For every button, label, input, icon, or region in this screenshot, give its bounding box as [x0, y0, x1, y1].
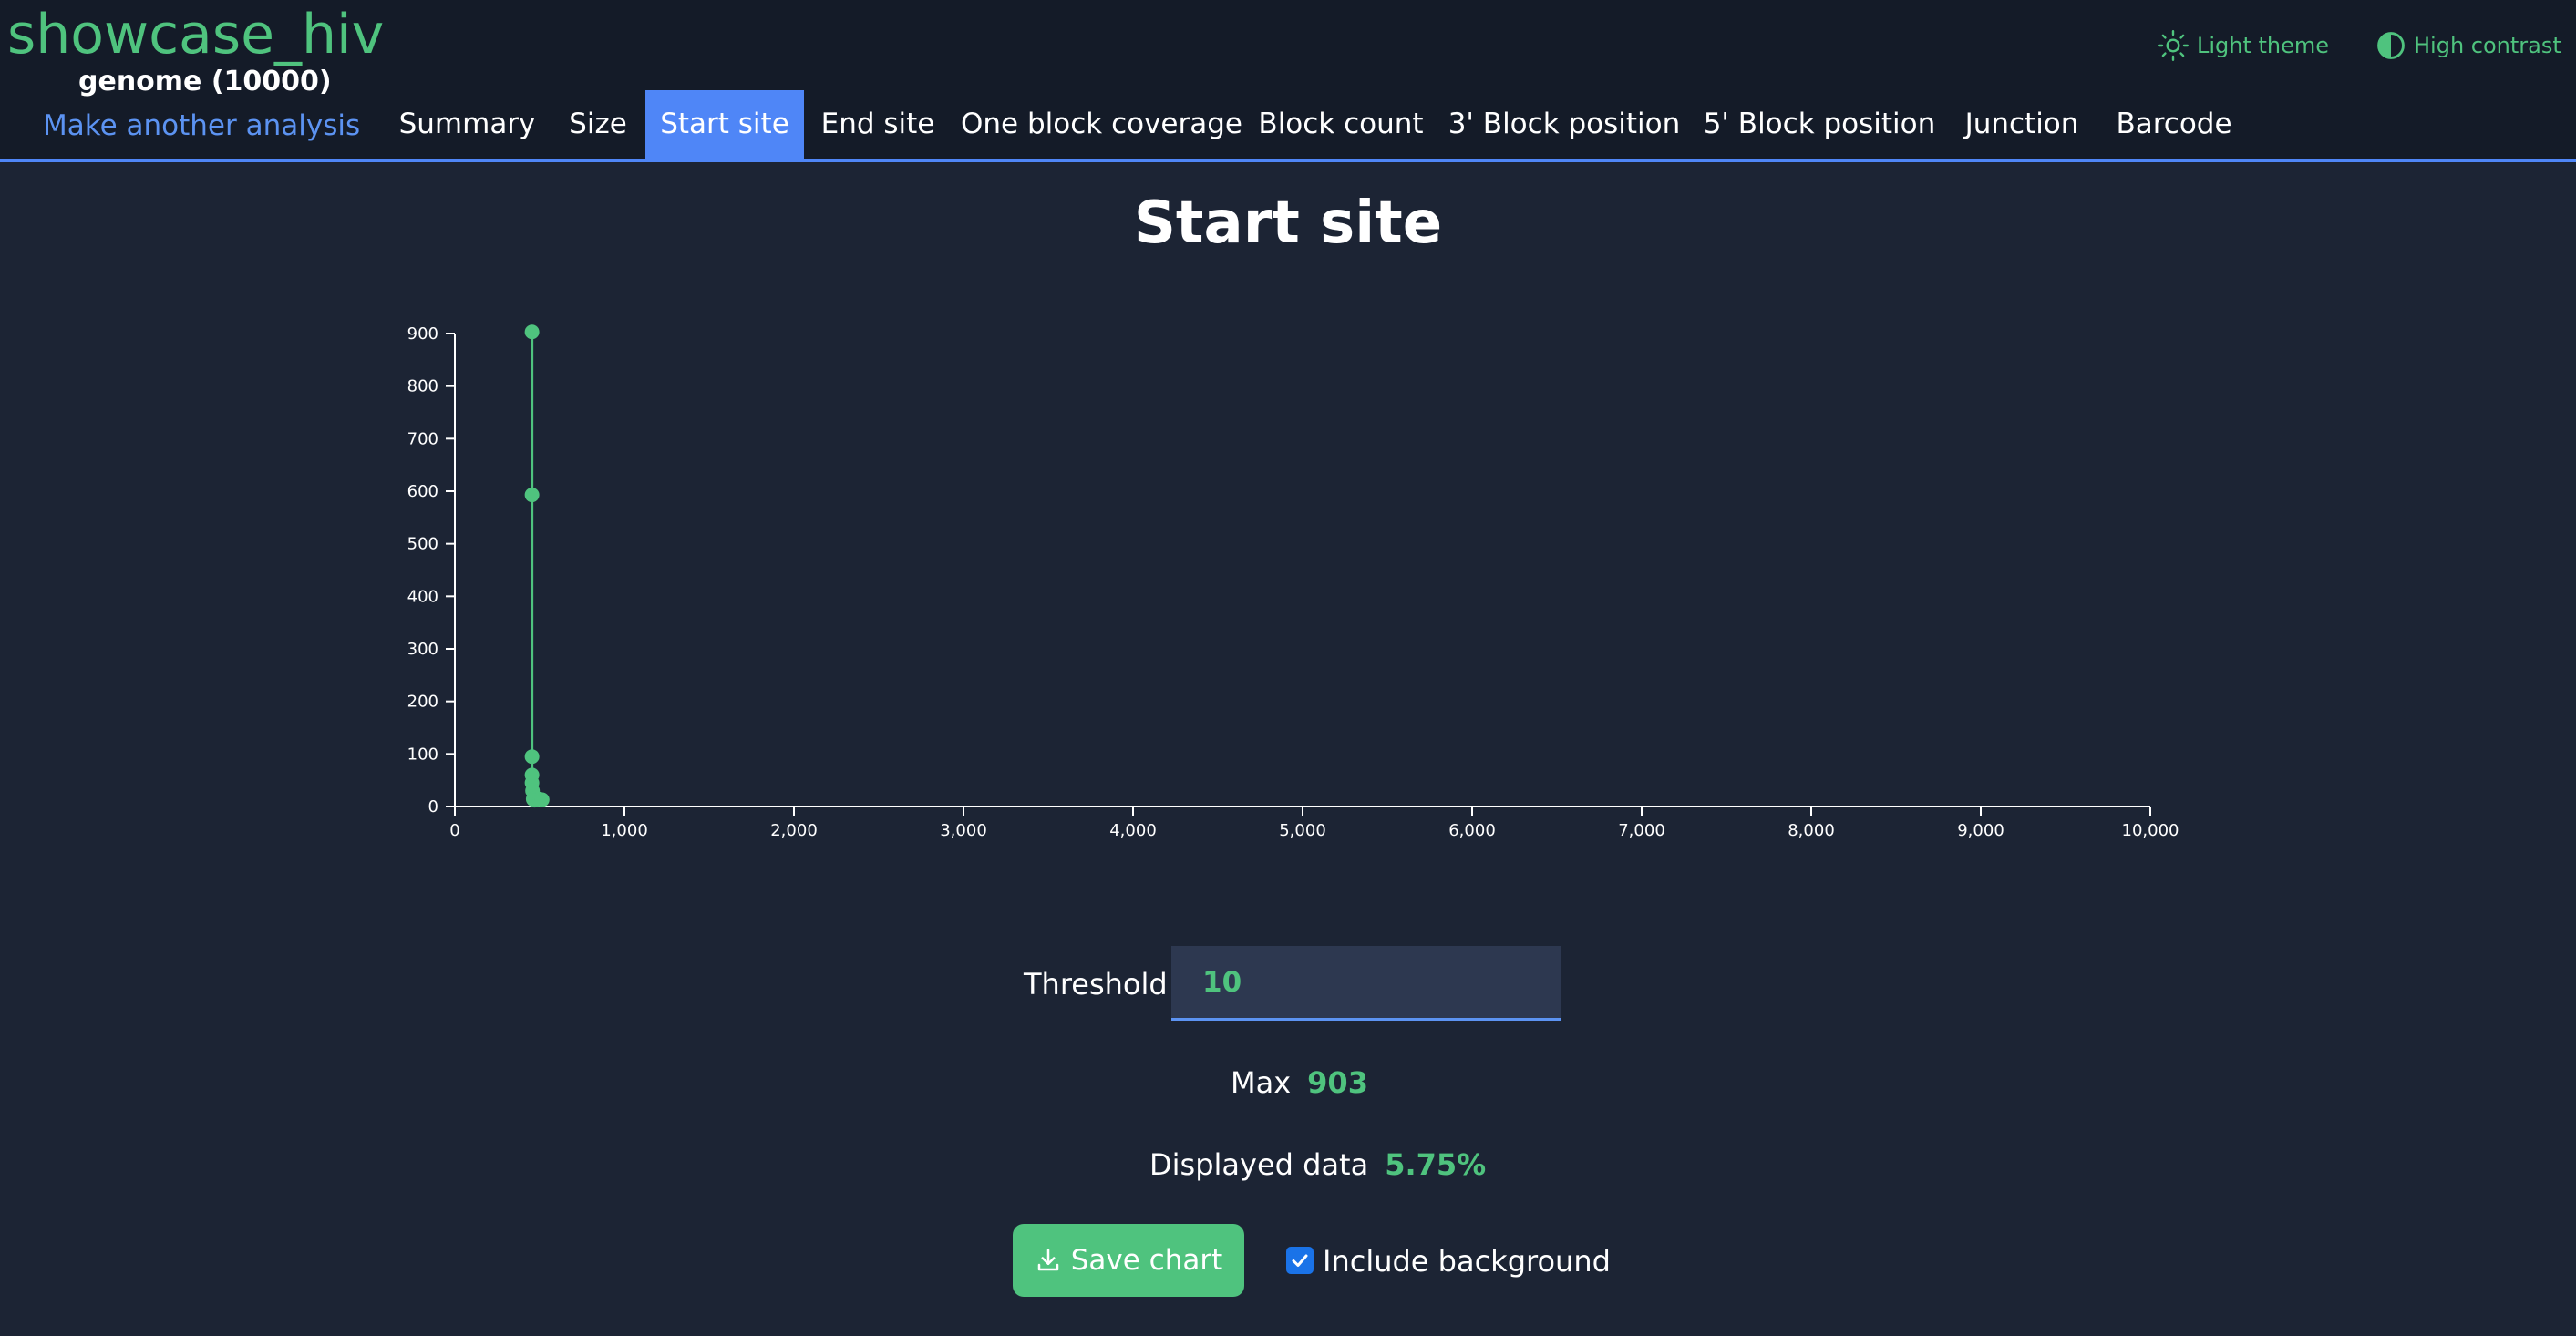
series-line — [531, 332, 544, 807]
include-background-label: Include background — [1323, 1244, 1611, 1279]
high-contrast-button[interactable]: High contrast — [2375, 27, 2561, 64]
light-theme-label: Light theme — [2197, 33, 2330, 58]
checkmark-icon — [1292, 1254, 1308, 1267]
y-tick-label: 800 — [407, 377, 438, 396]
tab-barcode[interactable]: Barcode — [2107, 90, 2241, 159]
page-title: Start site — [1133, 190, 1443, 257]
y-tick-label: 500 — [407, 535, 438, 554]
app-subtitle: genome (10000) — [78, 66, 332, 98]
tab-3-block-position[interactable]: 3' Block position — [1448, 90, 1681, 159]
displayed-data-label: Displayed data — [1149, 1147, 1369, 1182]
save-chart-button[interactable]: Save chart — [1013, 1224, 1244, 1297]
x-tick-label: 1,000 — [601, 821, 648, 840]
y-tick-label: 0 — [428, 797, 438, 817]
y-tick-label: 900 — [407, 324, 438, 344]
x-tick-label: 9,000 — [1957, 821, 2004, 840]
y-tick-label: 200 — [407, 693, 438, 712]
data-point — [527, 793, 542, 808]
tab-start-site[interactable]: Start site — [645, 90, 804, 159]
tab-5-block-position[interactable]: 5' Block position — [1703, 90, 1936, 159]
contrast-icon — [2377, 32, 2405, 59]
light-theme-button[interactable]: Light theme — [2157, 27, 2329, 64]
x-tick-label: 7,000 — [1618, 821, 1665, 840]
data-point — [524, 324, 540, 340]
displayed-data-stat: Displayed data 5.75% — [1149, 1145, 1486, 1185]
data-point — [524, 749, 540, 765]
max-stat: Max 903 — [1231, 1063, 1368, 1103]
x-tick-label: 10,000 — [2122, 821, 2179, 840]
x-tick-label: 3,000 — [940, 821, 987, 840]
y-tick-label: 300 — [407, 640, 438, 659]
tab-block-count[interactable]: Block count — [1256, 90, 1426, 159]
app-header: showcase_hiv genome (10000) Make another… — [0, 0, 2576, 162]
save-chart-label: Save chart — [1070, 1244, 1223, 1277]
y-tick-label: 400 — [407, 587, 438, 606]
x-tick-label: 2,000 — [770, 821, 818, 840]
y-tick-label: 700 — [407, 429, 438, 448]
x-tick-label: 8,000 — [1788, 821, 1835, 840]
data-point — [524, 767, 540, 783]
data-point — [524, 776, 540, 791]
tab-size[interactable]: Size — [560, 90, 636, 159]
x-tick-label: 5,000 — [1279, 821, 1326, 840]
y-tick-label: 600 — [407, 482, 438, 501]
threshold-label: Threshold — [1024, 967, 1168, 1002]
include-background-checkbox[interactable] — [1286, 1247, 1314, 1274]
app-title: showcase_hiv — [7, 3, 385, 67]
x-tick-label: 6,000 — [1448, 821, 1496, 840]
x-tick-label: 4,000 — [1109, 821, 1157, 840]
data-point — [532, 791, 547, 807]
data-point — [525, 783, 541, 798]
data-point — [524, 488, 540, 503]
tab-one-block-coverage[interactable]: One block coverage — [961, 90, 1242, 159]
displayed-data-value: 5.75% — [1385, 1147, 1487, 1182]
tab-junction[interactable]: Junction — [1958, 90, 2086, 159]
make-another-analysis-link[interactable]: Make another analysis — [43, 104, 360, 148]
download-icon — [1037, 1249, 1058, 1271]
tab-end-site[interactable]: End site — [817, 90, 939, 159]
data-point — [525, 791, 541, 807]
threshold-input[interactable] — [1171, 946, 1561, 1021]
max-label: Max — [1231, 1065, 1292, 1100]
high-contrast-label: High contrast — [2414, 33, 2561, 58]
tab-summary[interactable]: Summary — [397, 90, 538, 159]
max-value: 903 — [1307, 1065, 1368, 1100]
data-point — [534, 792, 550, 807]
sun-icon — [2158, 30, 2189, 61]
y-tick-label: 100 — [407, 745, 438, 764]
x-tick-label: 0 — [449, 821, 459, 840]
